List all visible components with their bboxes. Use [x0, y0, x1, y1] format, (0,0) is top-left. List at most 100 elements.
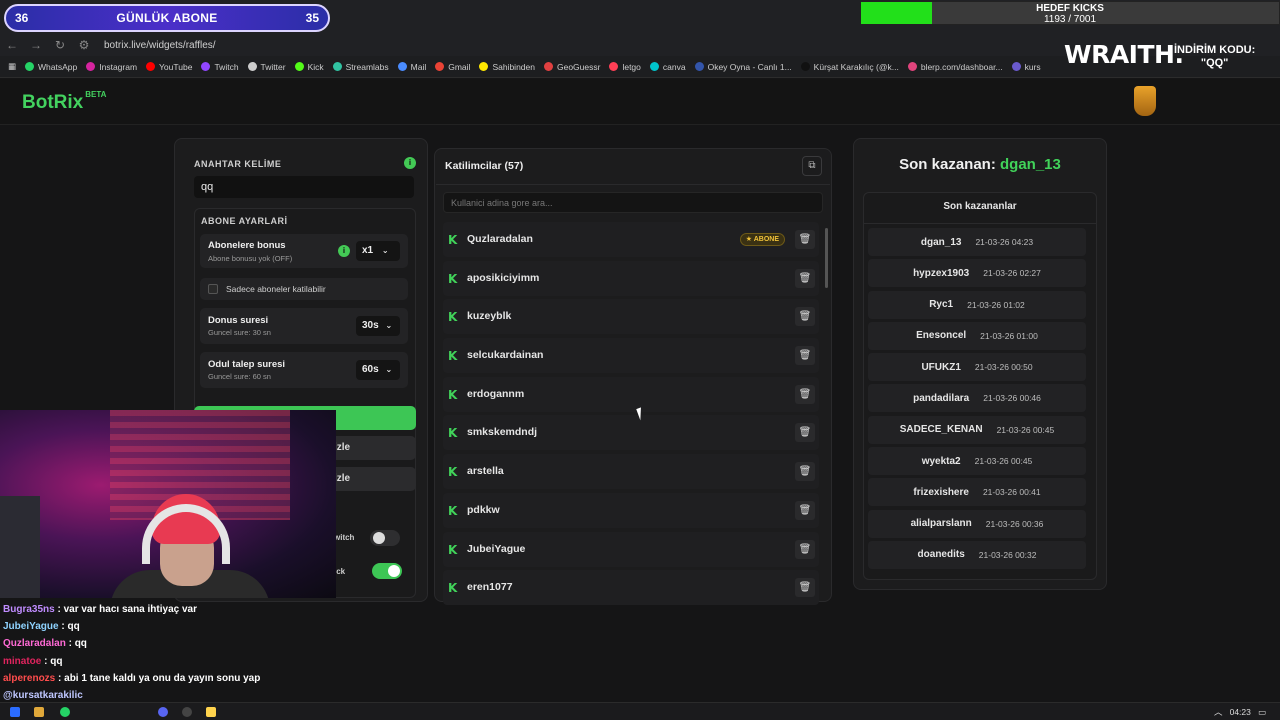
- bookmark-item[interactable]: Streamlabs: [332, 62, 389, 72]
- chevron-up-icon[interactable]: ︿: [1214, 707, 1223, 717]
- participant-scrollbar[interactable]: [825, 228, 828, 288]
- forward-icon[interactable]: →: [24, 38, 48, 52]
- bookmark-item[interactable]: Sahibinden: [479, 62, 535, 72]
- chat-username[interactable]: minatoe: [3, 656, 41, 667]
- winner-date: 21-03-26 02:27: [983, 268, 1041, 279]
- pause-time-title: Donus suresi: [208, 315, 269, 326]
- trash-icon[interactable]: 🗑: [795, 268, 815, 288]
- system-tray: ︿ 04:23 ▭: [1214, 706, 1266, 718]
- trash-icon[interactable]: 🗑: [795, 384, 815, 404]
- bookmark-item[interactable]: Gmail: [435, 62, 470, 72]
- sub-settings-title: ABONE AYARLARİ: [201, 216, 288, 226]
- botrix-logo[interactable]: BotRix BETA: [22, 90, 106, 114]
- bookmark-label: kurs: [1024, 61, 1041, 72]
- trash-icon[interactable]: 🗑: [795, 578, 815, 598]
- user-avatar[interactable]: [1134, 86, 1156, 116]
- app-icon[interactable]: [206, 707, 216, 717]
- winner-row: Ryc1 21-03-26 01:02: [868, 290, 1086, 319]
- chat-username[interactable]: Bugra35ns: [3, 604, 55, 615]
- whatsapp-icon[interactable]: [60, 707, 70, 717]
- discount-code-value: "QQ": [1200, 57, 1229, 69]
- info-icon[interactable]: i: [338, 245, 350, 257]
- trash-icon[interactable]: 🗑: [795, 230, 815, 249]
- claim-time-value: 60s: [362, 364, 379, 375]
- bookmark-favicon-icon: [1011, 62, 1021, 71]
- start-icon[interactable]: [10, 707, 20, 717]
- chat-username[interactable]: JubeiYague: [3, 621, 59, 632]
- winner-date: 21-03-26 00:32: [978, 549, 1037, 560]
- clock[interactable]: 04:23: [1230, 707, 1251, 717]
- bookmark-item[interactable]: Kürşat Karakılıç (@k...: [800, 62, 899, 72]
- info-icon[interactable]: i: [404, 157, 416, 169]
- bookmark-favicon-icon: [25, 62, 35, 71]
- bookmark-item[interactable]: Twitch: [201, 62, 239, 72]
- site-info-icon[interactable]: ⚙: [72, 38, 96, 52]
- discord-icon[interactable]: [158, 707, 168, 717]
- sub-bonus-title: Abonelere bonus: [208, 240, 286, 251]
- bookmark-item[interactable]: canva: [649, 62, 686, 72]
- bookmark-favicon-icon: [294, 62, 304, 71]
- kick-icon: K: [448, 271, 458, 286]
- subs-only-checkbox[interactable]: [208, 284, 218, 294]
- obs-icon[interactable]: [182, 707, 192, 717]
- chat-username[interactable]: @kursatkarakilic: [3, 690, 83, 701]
- bookmark-item[interactable]: Okey Oyna - Canlı 1...: [694, 62, 792, 72]
- trash-icon[interactable]: 🗑: [795, 500, 815, 520]
- sub-bonus-select[interactable]: x1 ⌄: [356, 241, 400, 261]
- bookmark-item[interactable]: letgo: [609, 62, 641, 72]
- bookmark-item[interactable]: Instagram: [86, 62, 137, 72]
- chat-text: : var var hacı sana ihtiyaç var: [54, 604, 197, 615]
- keyword-input[interactable]: qq: [194, 176, 414, 198]
- bookmark-item[interactable]: GeoGuessr: [543, 62, 600, 72]
- winner-date: 21-03-26 00:41: [982, 487, 1041, 498]
- chat-text: : qq: [41, 655, 63, 667]
- participant-row: Keren1077 🗑: [443, 570, 819, 606]
- trash-icon[interactable]: 🗑: [795, 307, 815, 327]
- toggle-knob: [373, 532, 385, 544]
- webcam-feed: [0, 410, 336, 598]
- winner-date: 21-03-26 00:45: [996, 424, 1055, 435]
- winner-row: doanedits 21-03-26 00:32: [868, 540, 1086, 569]
- notification-icon[interactable]: ▭: [1258, 707, 1266, 717]
- participant-search-input[interactable]: Kullanici adina gore ara...: [443, 192, 823, 213]
- sub-bonus-subtitle: Abone bonusu yok (OFF): [208, 254, 293, 263]
- claim-time-subtitle: Guncel sure: 60 sn: [208, 372, 271, 381]
- kick-icon: K: [448, 426, 458, 441]
- bookmark-item[interactable]: Mail: [397, 61, 427, 72]
- kick-icon: K: [448, 503, 458, 518]
- bookmark-item[interactable]: YouTube: [146, 62, 192, 72]
- winner-name: frizexishere: [913, 486, 969, 498]
- chat-username[interactable]: alperenozs: [3, 673, 55, 684]
- kick-icon: K: [448, 581, 458, 596]
- winners-list-title: Son kazananlar: [943, 201, 1017, 212]
- winner-name: hypzex1903: [913, 267, 970, 279]
- discount-code: İNDİRİM KODU: "QQ": [1174, 44, 1255, 70]
- bookmark-item[interactable]: WhatsApp: [25, 62, 77, 72]
- bookmark-favicon-icon: [397, 62, 407, 71]
- winner-row: hypzex1903 21-03-26 02:27: [868, 259, 1086, 288]
- bookmark-item[interactable]: Twitter: [247, 62, 286, 72]
- file-explorer-icon[interactable]: [34, 707, 44, 717]
- kick-goal-count: 1193 / 7001: [1043, 14, 1097, 25]
- url-field[interactable]: botrix.live/widgets/raffles/: [104, 40, 216, 51]
- claim-time-select[interactable]: 60s ⌄: [356, 360, 400, 380]
- winner-date: 21-03-26 01:02: [967, 299, 1025, 310]
- chevron-down-icon: ⌄: [385, 365, 393, 374]
- twitch-toggle[interactable]: [370, 530, 400, 546]
- bookmark-item[interactable]: Kick: [294, 62, 324, 72]
- pause-time-select[interactable]: 30s ⌄: [356, 316, 400, 336]
- bookmark-label: Mail: [410, 61, 427, 72]
- chat-username[interactable]: Quzlaradalan: [3, 638, 66, 649]
- trash-icon[interactable]: 🗑: [795, 346, 815, 366]
- trash-icon[interactable]: 🗑: [795, 423, 815, 443]
- bookmark-item[interactable]: blerp.com/dashboar...: [907, 62, 1003, 72]
- chat-message: minatoe : qq: [3, 653, 333, 670]
- trash-icon[interactable]: 🗑: [795, 462, 815, 482]
- trash-icon[interactable]: 🗑: [795, 539, 815, 559]
- reload-icon[interactable]: ↻: [48, 38, 72, 52]
- kick-toggle[interactable]: [372, 563, 402, 579]
- back-icon[interactable]: ←: [0, 38, 24, 52]
- bookmark-item[interactable]: kurs: [1011, 61, 1041, 72]
- copy-icon[interactable]: ⧉: [802, 156, 822, 176]
- apps-icon[interactable]: ▦: [8, 61, 16, 72]
